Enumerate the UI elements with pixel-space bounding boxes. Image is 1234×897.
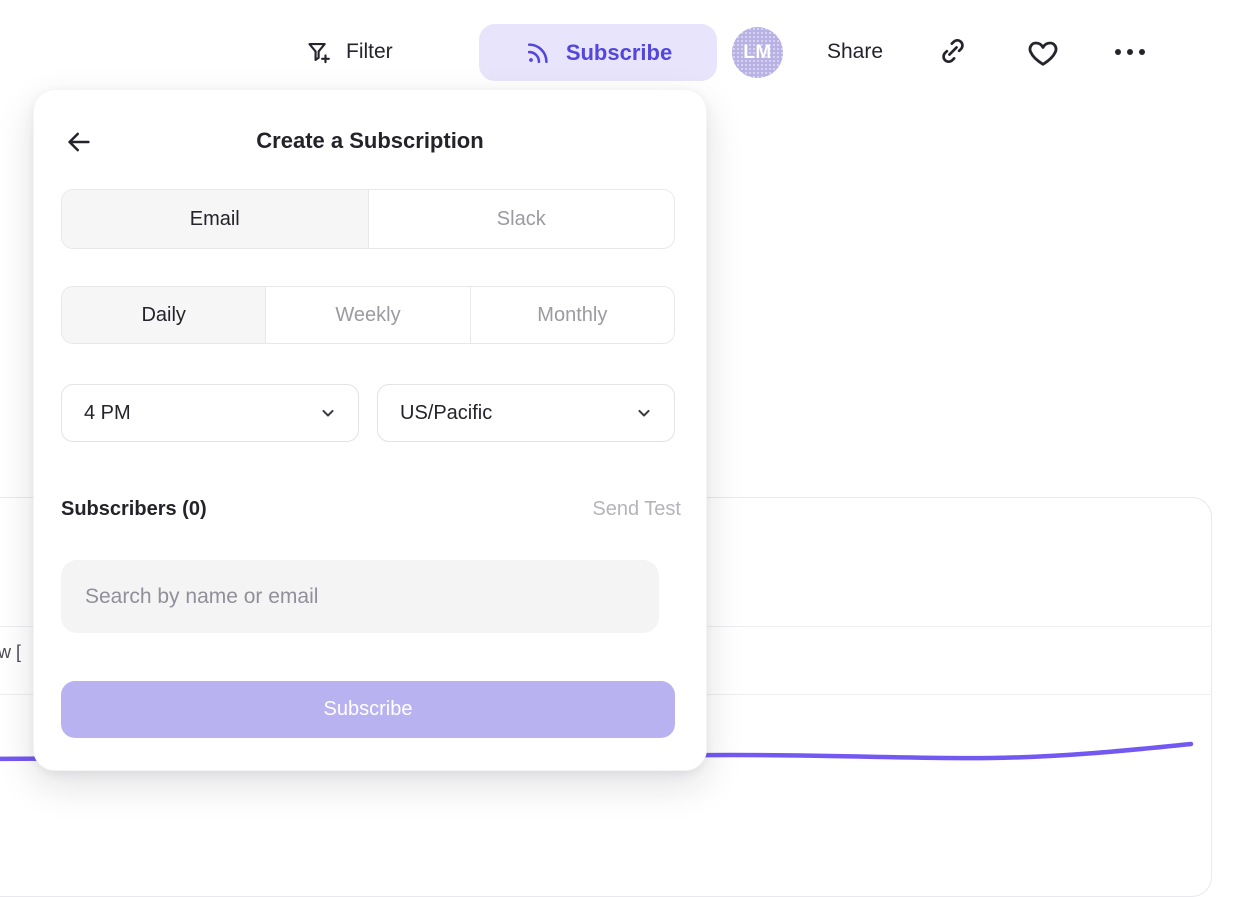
- avatar-initials: LM: [743, 42, 771, 64]
- chevron-down-icon: [318, 403, 338, 423]
- popover-header: Create a Subscription: [34, 119, 706, 163]
- tab-email[interactable]: Email: [62, 190, 368, 248]
- subscribe-label: Subscribe: [566, 40, 672, 66]
- share-button[interactable]: Share: [827, 30, 883, 74]
- user-avatar[interactable]: LM: [732, 27, 783, 78]
- link-icon: [936, 34, 970, 68]
- copy-link-button[interactable]: [936, 34, 970, 68]
- time-select-value: 4 PM: [84, 402, 131, 425]
- subscribe-submit-button[interactable]: Subscribe: [61, 681, 675, 738]
- send-test-button[interactable]: Send Test: [592, 493, 681, 525]
- tab-slack-label: Slack: [497, 208, 546, 231]
- ellipsis-icon: [1110, 40, 1150, 64]
- tab-daily-label: Daily: [141, 304, 185, 327]
- timezone-select-value: US/Pacific: [400, 402, 492, 425]
- subscribe-toolbar-button[interactable]: Subscribe: [479, 24, 717, 81]
- time-select[interactable]: 4 PM: [61, 384, 359, 442]
- rss-icon: [524, 39, 552, 67]
- chevron-down-icon: [634, 403, 654, 423]
- tab-monthly[interactable]: Monthly: [470, 287, 674, 343]
- more-options-button[interactable]: [1110, 40, 1150, 64]
- create-subscription-popover: Create a Subscription Email Slack Daily …: [33, 89, 707, 771]
- subscribers-count-label: Subscribers (0): [61, 498, 207, 520]
- filter-icon: [305, 39, 332, 66]
- tab-weekly[interactable]: Weekly: [265, 287, 469, 343]
- tab-slack[interactable]: Slack: [368, 190, 675, 248]
- channel-tabs: Email Slack: [61, 189, 675, 249]
- filter-button[interactable]: Filter: [305, 30, 393, 74]
- tab-daily[interactable]: Daily: [62, 287, 265, 343]
- heart-icon: [1025, 34, 1061, 70]
- popover-title: Create a Subscription: [34, 119, 706, 163]
- subscribers-row: Subscribers (0) Send Test: [61, 493, 681, 525]
- tab-email-label: Email: [190, 208, 240, 231]
- favorite-button[interactable]: [1025, 34, 1061, 70]
- clipped-background-text: w [: [0, 642, 21, 663]
- tab-weekly-label: Weekly: [335, 304, 400, 327]
- filter-label: Filter: [346, 40, 393, 64]
- frequency-tabs: Daily Weekly Monthly: [61, 286, 675, 344]
- schedule-row: 4 PM US/Pacific: [61, 384, 675, 442]
- timezone-select[interactable]: US/Pacific: [377, 384, 675, 442]
- tab-monthly-label: Monthly: [537, 304, 607, 327]
- subscriber-search-input[interactable]: [61, 560, 659, 633]
- share-label: Share: [827, 40, 883, 64]
